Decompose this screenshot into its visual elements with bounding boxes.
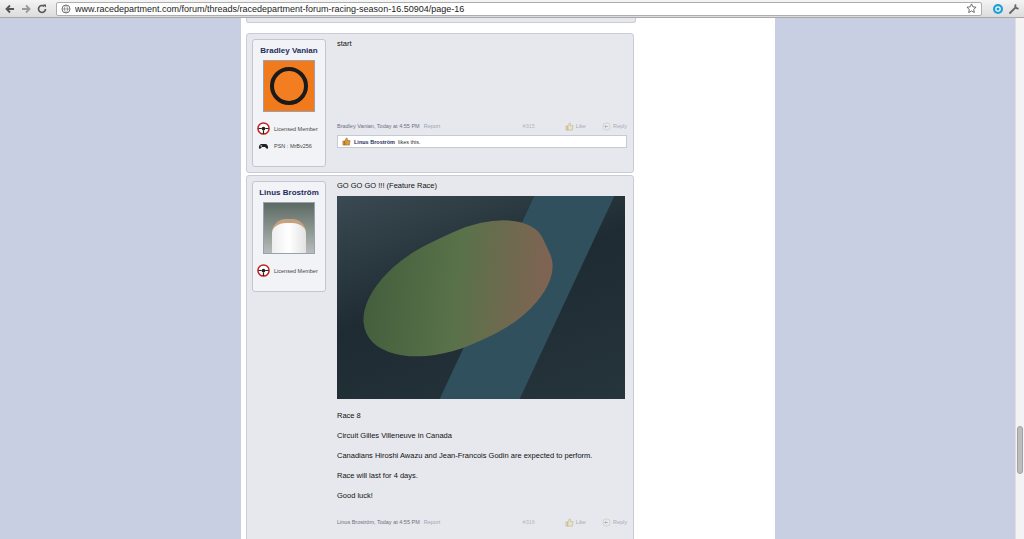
page-background — [775, 18, 1015, 539]
message-body: GO GO GO !!! (Feature Race) Race 8 Circuit… — [337, 181, 627, 517]
message-text: Canadians Hiroshi Awazu and Jean-Francoi… — [337, 451, 627, 461]
post-number[interactable]: #315 — [523, 123, 535, 129]
message-body: start — [337, 39, 627, 121]
message-meta: Linus Broström, Today at 4:55 PM Report #3… — [337, 517, 627, 527]
avatar[interactable] — [263, 60, 315, 112]
author-column: Bradley Vanian Licensed Member PSN : MrBv2… — [247, 34, 333, 172]
page-viewport: Bradley Vanian Licensed Member PSN : MrBv2… — [0, 18, 1024, 539]
browser-toolbar: www.racedepartment.com/forum/threads/rac… — [0, 0, 1024, 18]
reply-button[interactable]: Reply — [602, 518, 627, 527]
message: start Bradley Vanian, Today at 4:55 PM Rep… — [333, 34, 633, 172]
scrollbar[interactable] — [1015, 18, 1024, 539]
gamepad-icon — [257, 139, 270, 152]
message: GO GO GO !!! (Feature Race) Race 8 Circuit… — [333, 176, 633, 539]
message-meta: Bradley Vanian, Today at 4:55 PM Report #3… — [337, 121, 627, 131]
message-text: Race will last for 4 days. — [337, 471, 627, 481]
track-photo[interactable] — [337, 196, 625, 399]
message-text: Good luck! — [337, 491, 627, 501]
bookmark-star-icon[interactable] — [966, 3, 977, 14]
post-number[interactable]: #316 — [523, 519, 535, 525]
user-name[interactable]: Linus Broström — [259, 188, 319, 197]
message-text: Circuit Gilles Villeneuve in Canada — [337, 431, 627, 441]
thread-content: Bradley Vanian Licensed Member PSN : MrBv2… — [241, 18, 775, 539]
forum-post: Bradley Vanian Licensed Member PSN : MrBv2… — [246, 33, 634, 173]
likes-text: likes this. — [398, 139, 421, 145]
message-text: Race 8 — [337, 411, 627, 421]
url-text: www.racedepartment.com/forum/threads/rac… — [75, 4, 962, 14]
message-text: GO GO GO !!! (Feature Race) — [337, 181, 627, 191]
reply-button[interactable]: Reply — [602, 122, 627, 131]
thumb-up-icon — [342, 137, 351, 146]
steering-wheel-icon — [257, 122, 270, 135]
user-card: Bradley Vanian Licensed Member PSN : MrBv2… — [252, 39, 326, 167]
message-text: start — [337, 39, 627, 49]
previous-post — [246, 18, 636, 23]
scrollbar-thumb[interactable] — [1017, 426, 1023, 474]
address-bar[interactable]: www.racedepartment.com/forum/threads/rac… — [56, 2, 982, 16]
wrench-icon[interactable] — [1008, 3, 1020, 15]
page-icon — [61, 4, 71, 14]
user-card: Linus Broström Licensed Member — [252, 181, 326, 292]
avatar-photo — [272, 219, 306, 253]
steering-wheel-icon — [257, 264, 270, 277]
reply-arrow-icon — [602, 518, 611, 527]
avatar[interactable] — [263, 202, 315, 254]
user-badge: Licensed Member — [253, 120, 325, 137]
thumb-up-icon — [565, 122, 574, 131]
browser-window: www.racedepartment.com/forum/threads/rac… — [0, 0, 1024, 539]
badge-label: Licensed Member — [274, 126, 318, 132]
post-byline[interactable]: Linus Broström, Today at 4:55 PM — [337, 519, 420, 525]
like-button[interactable]: Like — [565, 122, 586, 131]
user-name[interactable]: Bradley Vanian — [260, 46, 317, 55]
forum-post: Linus Broström Licensed Member GO GO GO !!… — [246, 175, 634, 539]
thumb-up-icon — [565, 518, 574, 527]
back-arrow-icon[interactable] — [4, 3, 16, 15]
reply-arrow-icon — [602, 122, 611, 131]
report-link[interactable]: Report — [424, 123, 441, 129]
user-badge: Licensed Member — [253, 262, 325, 279]
page-background — [0, 18, 241, 539]
reload-icon[interactable] — [36, 3, 48, 15]
badge-label: PSN : MrBv256 — [274, 143, 312, 149]
report-link[interactable]: Report — [424, 519, 441, 525]
likes-summary: Linus Broströmlikes this. — [337, 135, 627, 148]
user-badge: PSN : MrBv256 — [253, 137, 325, 154]
author-column: Linus Broström Licensed Member — [247, 176, 333, 539]
forward-arrow-icon[interactable] — [20, 3, 32, 15]
avatar-logo — [270, 67, 308, 105]
like-button[interactable]: Like — [565, 518, 586, 527]
badge-label: Licensed Member — [274, 268, 318, 274]
skype-extension-icon[interactable] — [992, 3, 1004, 15]
liker-name[interactable]: Linus Broström — [354, 139, 395, 145]
post-byline[interactable]: Bradley Vanian, Today at 4:55 PM — [337, 123, 420, 129]
